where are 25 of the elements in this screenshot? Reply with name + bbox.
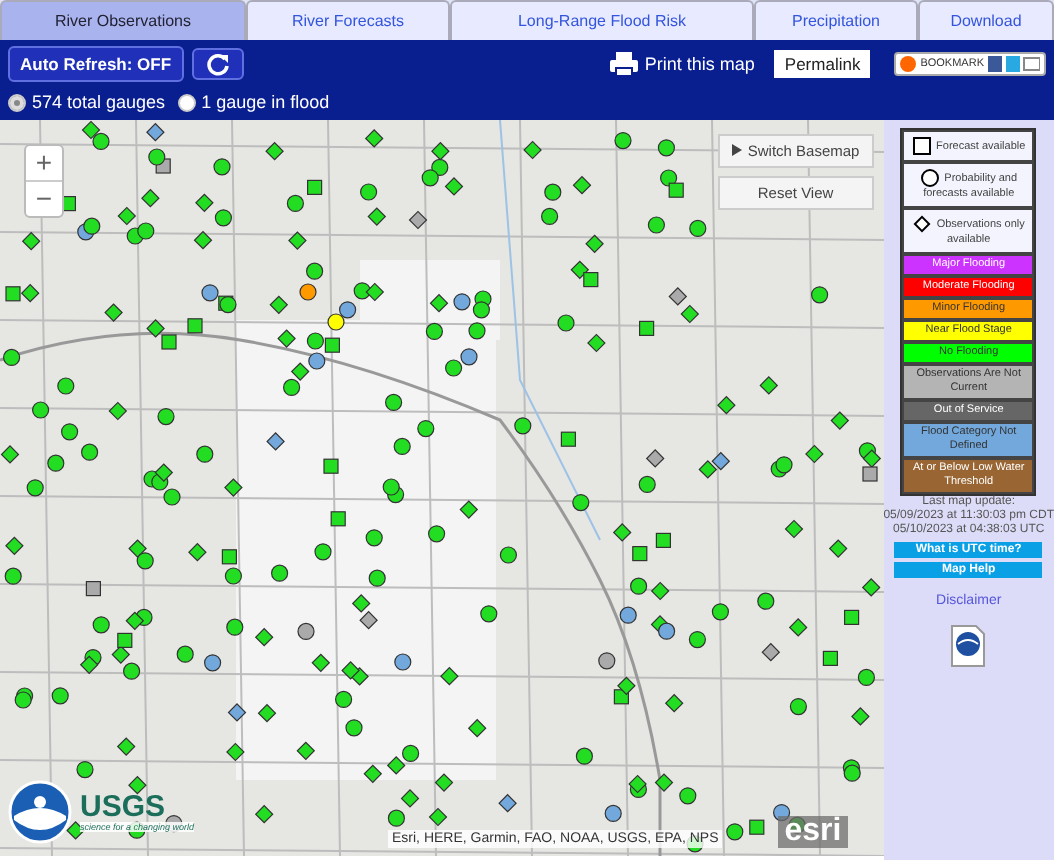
- tab[interactable]: Precipitation: [754, 0, 918, 40]
- square-symbol-icon: [912, 136, 933, 156]
- tab[interactable]: River Observations: [0, 0, 246, 40]
- caret-icon: [731, 144, 742, 156]
- gauge-filter-radio[interactable]: 574 total gauges: [8, 92, 166, 112]
- printer-icon: [610, 52, 639, 76]
- tab[interactable]: River Forecasts: [246, 0, 450, 40]
- permalink-button[interactable]: Permalink: [774, 50, 871, 78]
- auto-refresh-button[interactable]: Auto Refresh: OFF: [8, 46, 184, 82]
- esri-logo-text: esri: [778, 816, 848, 848]
- share-icon: [900, 56, 917, 72]
- zoom-out-button[interactable]: −: [26, 182, 62, 216]
- refresh-button[interactable]: [191, 48, 244, 80]
- usgs-logo-text: USGS: [80, 792, 166, 822]
- gauge-filter-radio[interactable]: 1 gauge in flood: [177, 92, 330, 112]
- circle-symbol-icon: [920, 168, 941, 188]
- diamond-symbol-icon: [912, 214, 933, 234]
- refresh-icon: [205, 52, 230, 76]
- noaa-logo-icon: [8, 780, 72, 844]
- tab[interactable]: Download: [918, 0, 1054, 40]
- print-link[interactable]: Print this map: [610, 52, 755, 76]
- kml-file-icon: [950, 624, 987, 668]
- tab[interactable]: Long-Range Flood Risk: [450, 0, 754, 40]
- social-icons-drawing: [988, 56, 1040, 72]
- zoom-in-button[interactable]: +: [26, 146, 62, 182]
